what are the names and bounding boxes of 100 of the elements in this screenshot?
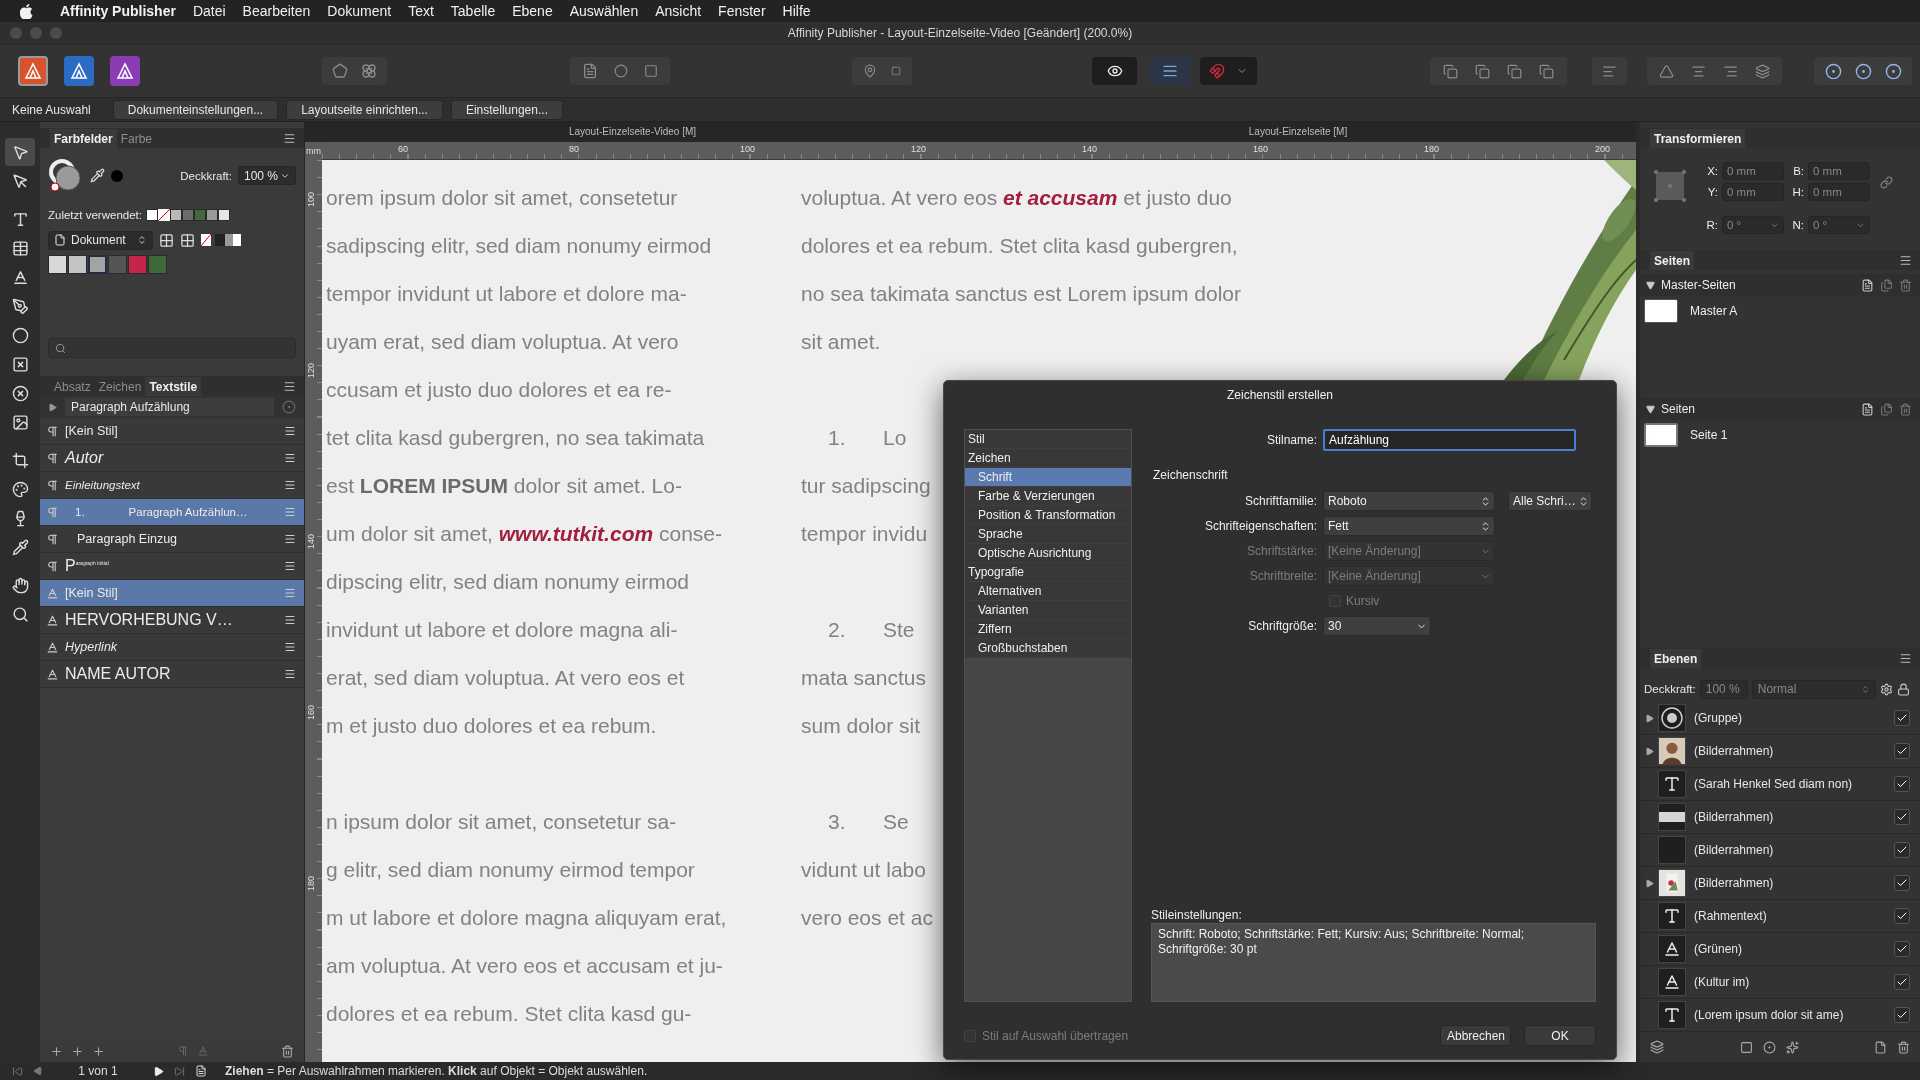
page-thumbnail[interactable] <box>1644 299 1678 323</box>
opacity-dropdown[interactable]: 100 % <box>1699 679 1748 699</box>
boolean-button[interactable] <box>1854 62 1872 80</box>
visibility-checkbox[interactable] <box>1894 875 1910 891</box>
visibility-checkbox[interactable] <box>1894 1007 1910 1023</box>
layer-row[interactable]: (Lorem ipsum dolor sit ame) <box>1640 999 1920 1032</box>
anchor-grid-icon[interactable] <box>1652 168 1688 204</box>
distribute-button[interactable] <box>1722 63 1738 79</box>
visibility-checkbox[interactable] <box>1894 710 1910 726</box>
input-field[interactable]: 0 mm <box>1722 162 1784 180</box>
panel-tab[interactable]: Absatz <box>50 377 95 396</box>
category-item[interactable]: Sprache <box>965 525 1131 544</box>
order-button[interactable] <box>1754 63 1770 79</box>
visibility-checkbox[interactable] <box>1894 776 1910 792</box>
fill-stroke-icon[interactable] <box>48 157 84 194</box>
color-swatch[interactable] <box>128 255 147 274</box>
visibility-checkbox[interactable] <box>1894 809 1910 825</box>
menu-item[interactable]: Bearbeiten <box>242 3 311 19</box>
persona-button[interactable] <box>64 56 94 86</box>
menu-item[interactable]: Auswählen <box>569 3 639 19</box>
menu-item[interactable]: Ebene <box>512 3 553 19</box>
app-menu[interactable]: Affinity Publisher <box>60 3 176 19</box>
visibility-checkbox[interactable] <box>1894 974 1910 990</box>
square-button[interactable] <box>644 64 658 78</box>
circle-button[interactable] <box>614 64 628 78</box>
category-item[interactable]: Farbe & Verzierungen <box>965 487 1131 506</box>
arrange-button[interactable] <box>1442 63 1458 79</box>
snapping-button[interactable] <box>1209 63 1226 79</box>
select-field[interactable]: Alle Schri… <box>1508 491 1592 511</box>
layer-row[interactable]: (Rahmentext) <box>1640 900 1920 933</box>
category-item[interactable]: Alternativen <box>965 582 1131 601</box>
opacity-dropdown[interactable]: 100 % <box>238 166 296 185</box>
category-item[interactable]: Optische Ausrichtung <box>965 544 1131 563</box>
context-button[interactable]: Dokumenteinstellungen... <box>112 99 279 120</box>
panel-tab[interactable]: Farbe <box>116 129 157 148</box>
search-field[interactable] <box>48 338 296 358</box>
dialog-button[interactable]: OK <box>1524 1025 1596 1046</box>
visibility-checkbox[interactable] <box>1894 842 1910 858</box>
layer-row[interactable]: (Bilderrahmen) <box>1640 801 1920 834</box>
panel-tab[interactable]: Ebenen <box>1650 649 1702 668</box>
preview-button[interactable] <box>1106 63 1123 79</box>
category-item[interactable]: Ziffern <box>965 620 1131 639</box>
layer-row[interactable]: (Sarah Henkel Sed diam non) <box>1640 768 1920 801</box>
menu-item[interactable]: Ansicht <box>655 3 702 19</box>
style-name-field[interactable]: Aufzählung <box>1323 429 1576 451</box>
layer-row[interactable]: (Bilderrahmen) <box>1640 867 1920 900</box>
persona-button[interactable] <box>18 56 48 86</box>
arrange-button[interactable] <box>1474 63 1490 79</box>
panel-tab[interactable]: Zeichen <box>94 377 146 396</box>
select-field[interactable]: Fett <box>1323 516 1495 536</box>
page-button[interactable] <box>582 63 598 79</box>
input-field[interactable]: 0 mm <box>1722 183 1784 201</box>
color-swatch[interactable] <box>148 255 167 274</box>
tool-button[interactable] <box>5 138 35 166</box>
dropdown-field[interactable]: 0 ° <box>1808 216 1870 234</box>
category-item[interactable]: Großbuchstaben <box>965 639 1131 658</box>
document-tab[interactable]: Layout-Einzelseite [M] <box>960 122 1636 142</box>
persona-button[interactable] <box>110 56 140 86</box>
menu-item[interactable]: Datei <box>192 3 226 19</box>
page-thumbnail[interactable] <box>1644 423 1678 447</box>
input-field[interactable]: 0 mm <box>1808 162 1870 180</box>
category-item[interactable]: Schrift <box>965 468 1131 487</box>
arrange-button[interactable] <box>1507 63 1523 79</box>
boolean-button[interactable] <box>1884 62 1902 80</box>
style-row[interactable]: 1. Paragraph Aufzählun… <box>40 499 304 526</box>
style-group-label[interactable]: Paragraph Aufzählung <box>65 398 274 416</box>
panel-tab[interactable]: Transformieren <box>1650 129 1746 148</box>
dropdown-field[interactable]: 0 ° <box>1722 216 1784 234</box>
dropdown-field[interactable]: 30 <box>1323 616 1431 636</box>
context-button[interactable]: Einstellungen... <box>450 99 563 120</box>
baseline-grid-button[interactable] <box>1162 63 1178 79</box>
color-swatch[interactable] <box>145 209 158 221</box>
menu-item[interactable]: Hilfe <box>782 3 811 19</box>
category-item[interactable]: Position & Transformation <box>965 506 1131 525</box>
pentagon-tool-button[interactable] <box>332 63 349 79</box>
menu-item[interactable]: Text <box>408 3 434 19</box>
context-button[interactable]: Layoutseite einrichten... <box>286 99 443 120</box>
color-swatch[interactable] <box>88 255 107 274</box>
fill-chips-icon[interactable] <box>201 234 241 246</box>
visibility-checkbox[interactable] <box>1894 743 1910 759</box>
menu-item[interactable]: Tabelle <box>450 3 496 19</box>
layer-row[interactable]: (Bilderrahmen) <box>1640 834 1920 867</box>
apple-icon[interactable] <box>20 3 33 19</box>
style-row[interactable]: [Kein Stil] <box>40 580 304 607</box>
layer-row[interactable]: (Bilderrahmen) <box>1640 735 1920 768</box>
layer-row[interactable]: (Grünen) <box>1640 933 1920 966</box>
input-field[interactable]: 0 mm <box>1808 183 1870 201</box>
panel-tab[interactable]: Seiten <box>1650 251 1694 270</box>
category-item[interactable]: Varianten <box>965 601 1131 620</box>
select-field[interactable]: Roboto <box>1323 491 1495 511</box>
panel-tab[interactable]: Farbfelder <box>50 129 117 148</box>
menu-item[interactable]: Dokument <box>327 3 392 19</box>
blend-mode-dropdown[interactable]: Normal <box>1751 679 1876 699</box>
color-swatch[interactable] <box>108 255 127 274</box>
visibility-checkbox[interactable] <box>1894 908 1910 924</box>
boolean-button[interactable] <box>1824 62 1842 80</box>
palette-dropdown[interactable]: Dokument <box>48 230 153 250</box>
flower-tool-button[interactable] <box>360 63 377 79</box>
align-button[interactable] <box>1602 63 1617 79</box>
color-swatch[interactable] <box>48 255 67 274</box>
